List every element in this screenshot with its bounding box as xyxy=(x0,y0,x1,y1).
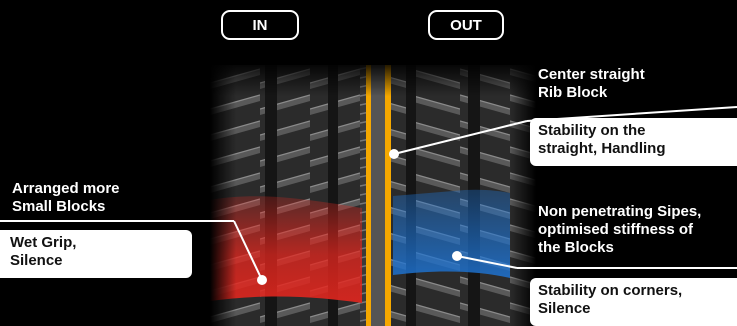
center-rib-benefit-box: Stability on the straight, Handling xyxy=(530,118,737,166)
small-blocks-title: Arranged more Small Blocks xyxy=(12,180,120,216)
sipes-title: Non penetrating Sipes, optimised stiffne… xyxy=(538,203,701,257)
tire-diagram: IN OUT Center straight Rib Block Stabili… xyxy=(0,0,737,326)
small-blocks-title-line2: Small Blocks xyxy=(12,198,106,215)
center-rib-benefit-line2: straight, Handling xyxy=(538,140,666,157)
inner-zone-marker xyxy=(257,275,267,285)
sipes-title-line3: the Blocks xyxy=(538,239,614,256)
center-rib-title-line1: Center straight xyxy=(538,66,645,83)
sipes-benefit-line2: Silence xyxy=(538,300,591,317)
sipes-benefit-box: Stability on corners, Silence xyxy=(530,278,737,326)
small-blocks-title-line1: Arranged more xyxy=(12,180,120,197)
sipes-title-line1: Non penetrating Sipes, xyxy=(538,203,702,220)
small-blocks-benefit-line1: Wet Grip, xyxy=(10,234,77,251)
center-rib-title-line2: Rib Block xyxy=(538,84,608,101)
small-blocks-benefit-line2: Silence xyxy=(10,252,63,269)
sipes-title-line2: optimised stiffness of xyxy=(538,221,694,238)
outer-zone-marker xyxy=(452,251,462,261)
sipes-benefit-line1: Stability on corners, xyxy=(538,282,683,299)
center-rib-title: Center straight Rib Block xyxy=(538,66,645,102)
center-rib-marker xyxy=(389,149,399,159)
small-blocks-benefit-box: Wet Grip, Silence xyxy=(0,230,192,278)
center-rib-benefit-line1: Stability on the xyxy=(538,122,646,139)
